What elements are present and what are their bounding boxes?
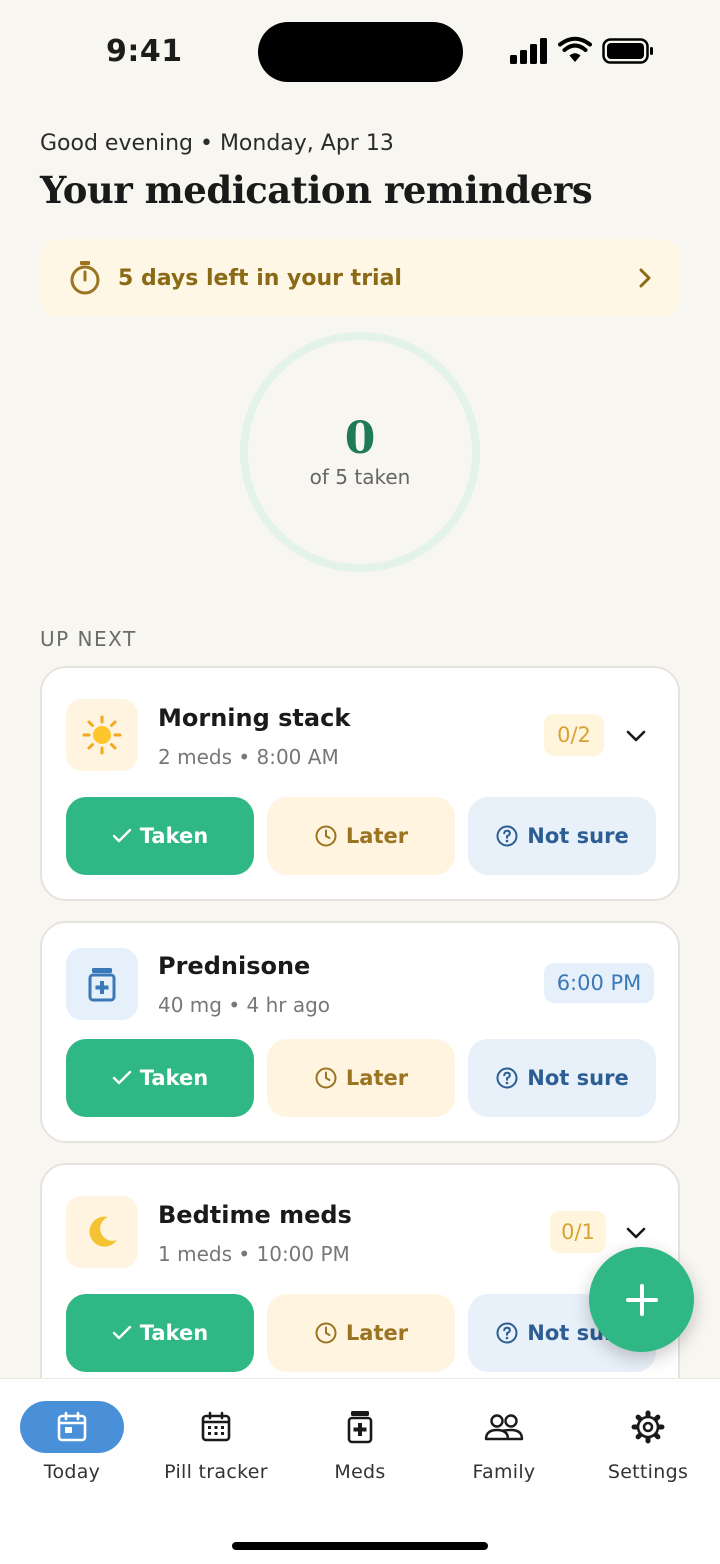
chevron-down-icon[interactable] — [624, 724, 648, 748]
tab-today-pill — [20, 1401, 124, 1453]
taken-label: Taken — [139, 824, 209, 848]
gear-icon — [631, 1410, 665, 1444]
clock-icon — [315, 1322, 337, 1344]
taken-button[interactable]: Taken — [66, 1039, 254, 1117]
add-reminder-button[interactable] — [589, 1247, 694, 1352]
tab-family-label: Family — [472, 1461, 536, 1483]
page-title: Your medication reminders — [40, 168, 593, 212]
card-title: Morning stack — [158, 704, 351, 732]
tab-today[interactable]: Today — [20, 1379, 124, 1499]
card-subtitle: 40 mg • 4 hr ago — [158, 993, 331, 1017]
dynamic-island — [258, 22, 463, 82]
tab-pill-tracker-icon-wrap — [164, 1401, 268, 1453]
card-title: Bedtime meds — [158, 1201, 352, 1229]
later-button[interactable]: Later — [267, 1294, 455, 1372]
not-sure-button[interactable]: Not sure — [468, 1039, 656, 1117]
progress-ring: 0 — [239, 331, 481, 573]
taken-label: Taken — [139, 1066, 209, 1090]
chevron-down-icon[interactable] — [624, 1221, 648, 1245]
checkmark-icon — [112, 828, 131, 843]
taken-label: Taken — [139, 1321, 209, 1345]
scheduled-time-badge: 6:00 PM — [544, 963, 654, 1003]
cellular-signal-icon — [510, 38, 547, 64]
wifi-icon — [558, 36, 592, 62]
question-circle-icon — [496, 825, 518, 847]
reminder-card-morning-stack[interactable]: Morning stack 2 meds • 8:00 AM 0/2 Taken… — [40, 666, 680, 901]
tab-settings-label: Settings — [607, 1461, 689, 1483]
later-button[interactable]: Later — [267, 797, 455, 875]
tab-family[interactable]: Family — [452, 1379, 556, 1499]
tab-family-icon-wrap — [452, 1401, 556, 1453]
checkmark-icon — [112, 1070, 131, 1085]
people-icon — [484, 1414, 524, 1441]
card-subtitle: 2 meds • 8:00 AM — [158, 745, 339, 769]
card-title: Prednisone — [158, 952, 311, 980]
tab-pill-tracker-label: Pill tracker — [164, 1461, 268, 1483]
clock-icon — [315, 825, 337, 847]
bottom-tab-bar: Today Pill tracker Meds Family Settings — [0, 1378, 720, 1564]
battery-icon — [602, 38, 653, 64]
moon-icon — [66, 1196, 138, 1268]
tab-settings-icon-wrap — [596, 1401, 700, 1453]
trial-banner[interactable]: 5 days left in your trial — [40, 239, 680, 317]
clock-icon — [315, 1067, 337, 1089]
tab-pill-tracker[interactable]: Pill tracker — [164, 1379, 268, 1499]
question-circle-icon — [496, 1067, 518, 1089]
later-label: Later — [345, 1321, 409, 1345]
tab-meds-icon-wrap — [308, 1401, 412, 1453]
greeting-text: Good evening • Monday, Apr 13 — [40, 131, 394, 156]
taken-count: 0 — [344, 413, 376, 464]
calendar-grid-icon — [201, 1411, 231, 1442]
not-sure-label: Not sure — [527, 824, 629, 848]
not-sure-button[interactable]: Not sure — [468, 797, 656, 875]
tab-today-label: Today — [43, 1461, 101, 1483]
status-bar: 9:41 — [0, 0, 720, 106]
status-time: 9:41 — [106, 34, 183, 69]
taken-label: of 5 taken — [309, 465, 411, 489]
chevron-right-icon — [639, 268, 651, 288]
tab-settings[interactable]: Settings — [596, 1379, 700, 1499]
later-button[interactable]: Later — [267, 1039, 455, 1117]
pill-bottle-icon — [66, 948, 138, 1020]
question-circle-icon — [496, 1322, 518, 1344]
dose-count-badge: 0/1 — [550, 1211, 606, 1253]
later-label: Later — [345, 824, 409, 848]
pill-bottle-icon — [347, 1411, 373, 1444]
tab-meds[interactable]: Meds — [308, 1379, 412, 1499]
plus-icon — [625, 1283, 658, 1316]
stopwatch-icon — [70, 261, 100, 295]
calendar-icon — [57, 1411, 87, 1442]
checkmark-icon — [112, 1325, 131, 1340]
reminder-card-prednisone[interactable]: Prednisone 40 mg • 4 hr ago 6:00 PM Take… — [40, 921, 680, 1143]
later-label: Later — [345, 1066, 409, 1090]
dose-count-badge: 0/2 — [544, 714, 604, 756]
trial-text: 5 days left in your trial — [118, 265, 402, 291]
tab-meds-label: Meds — [334, 1461, 386, 1483]
taken-button[interactable]: Taken — [66, 797, 254, 875]
home-indicator — [232, 1542, 488, 1550]
section-label-up-next: UP NEXT — [40, 627, 137, 651]
taken-button[interactable]: Taken — [66, 1294, 254, 1372]
card-subtitle: 1 meds • 10:00 PM — [158, 1242, 350, 1266]
sun-icon — [66, 699, 138, 771]
not-sure-label: Not sure — [527, 1066, 629, 1090]
